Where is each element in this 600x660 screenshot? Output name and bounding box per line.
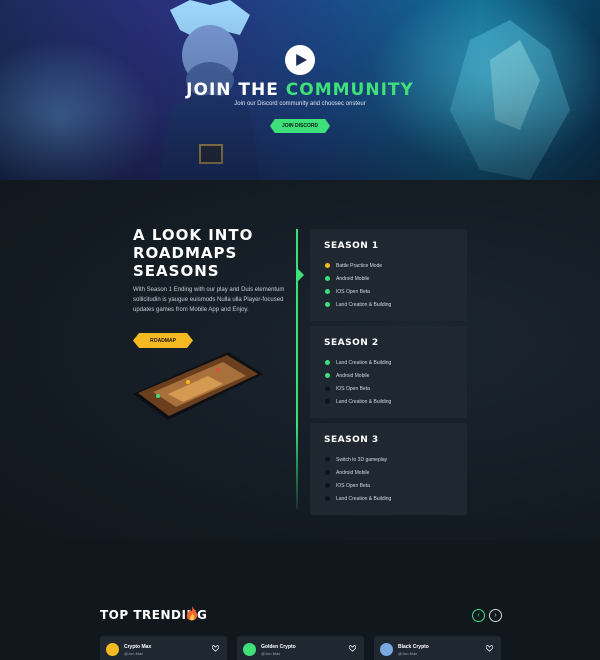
status-dot-icon [325,457,330,462]
timeline-marker-icon [298,269,304,281]
roadmap-button[interactable]: ROADMAP [133,333,193,348]
roadmap-title: A LOOK INTO ROADMAPS SEASONS [133,226,283,280]
season-item: Land Creation & Building [325,298,391,311]
hero-title-accent: COMMUNITY [285,80,414,100]
carousel-prev-button[interactable]: ‹ [472,609,485,622]
season-item: Android Mobile [325,466,391,479]
card-name: Golden Crypto [261,644,296,650]
heart-icon[interactable] [212,645,219,652]
flame-icon [186,606,198,621]
card-handle: @Jon.Max [261,651,281,656]
status-dot-icon [325,483,330,488]
status-dot-icon [325,399,330,404]
status-dot-icon [325,289,330,294]
season-item: Android Mobile [325,272,391,285]
season-item-label: Switch to 3D gameplay [336,456,388,463]
season-card: SEASON 2 Land Creation & Building Androi… [310,326,467,418]
season-title: SEASON 3 [324,435,379,445]
season-item-label: Android Mobile [336,275,370,282]
roadmap-title-line: SEASONS [133,262,220,280]
season-item-label: Android Mobile [336,469,370,476]
card-name: Crypto Max [124,644,152,650]
hero-title-main: JOIN THE [186,80,286,100]
status-dot-icon [325,470,330,475]
season-item-label: IOS Open Beta [336,385,370,392]
trending-card[interactable]: Crypto Max @Jon.Max [100,636,227,660]
season-item: Land Creation & Building [325,356,391,369]
roadmap-description: With Season 1 Ending with our play and D… [133,287,285,313]
trending-card[interactable]: Black Crypto @Jon.Max [374,636,501,660]
status-dot-icon [325,360,330,365]
status-dot-icon [325,373,330,378]
status-dot-icon [325,263,330,268]
heart-icon[interactable] [486,645,493,652]
status-dot-icon [325,302,330,307]
season-item-label: IOS Open Beta [336,288,370,295]
season-item-label: Battle Practice Mode [336,262,383,269]
season-item: Land Creation & Building [325,395,391,408]
season-item-label: IOS Open Beta [336,482,370,489]
card-handle: @Jon.Max [124,651,144,656]
season-item: Battle Practice Mode [325,259,391,272]
season-item-label: Land Creation & Building [336,398,392,405]
status-dot-icon [325,496,330,501]
season-item: Switch to 3D gameplay [325,453,391,466]
card-handle: @Jon.Max [398,651,418,656]
season-item-label: Land Creation & Building [336,301,392,308]
season-title: SEASON 2 [324,338,379,348]
status-dot-icon [325,276,330,281]
mobile-game-phone-image [133,352,263,420]
hero-banner: JOIN THE COMMUNITY Join our Discord comm… [0,0,600,180]
trending-card[interactable]: Golden Crypto @Jon.Max [237,636,364,660]
season-item: Android Mobile [325,369,391,382]
roadmap-title-line: ROADMAPS [133,244,238,262]
season-title: SEASON 1 [324,241,379,251]
status-dot-icon [325,386,330,391]
roadmap-title-line: A LOOK INTO [133,226,254,244]
season-item-label: Android Mobile [336,372,370,379]
season-item-label: Land Creation & Building [336,359,392,366]
card-name: Black Crypto [398,644,429,650]
avatar [380,643,393,656]
season-card: SEASON 1 Battle Practice Mode Android Mo… [310,229,467,321]
season-item: IOS Open Beta [325,285,391,298]
avatar [106,643,119,656]
season-item: IOS Open Beta [325,382,391,395]
hero-subtitle: Join our Discord community and choosec o… [234,101,366,107]
hero-title: JOIN THE COMMUNITY [0,80,600,100]
join-discord-button[interactable]: JOIN DISCORD [270,119,330,133]
season-item: IOS Open Beta [325,479,391,492]
play-video-button[interactable] [285,45,315,75]
season-card: SEASON 3 Switch to 3D gameplay Android M… [310,423,467,515]
heart-icon[interactable] [349,645,356,652]
season-item-label: Land Creation & Building [336,495,392,502]
carousel-next-button[interactable]: › [489,609,502,622]
season-item: Land Creation & Building [325,492,391,505]
avatar [243,643,256,656]
roadmap-section [0,180,600,540]
play-icon [296,54,307,66]
